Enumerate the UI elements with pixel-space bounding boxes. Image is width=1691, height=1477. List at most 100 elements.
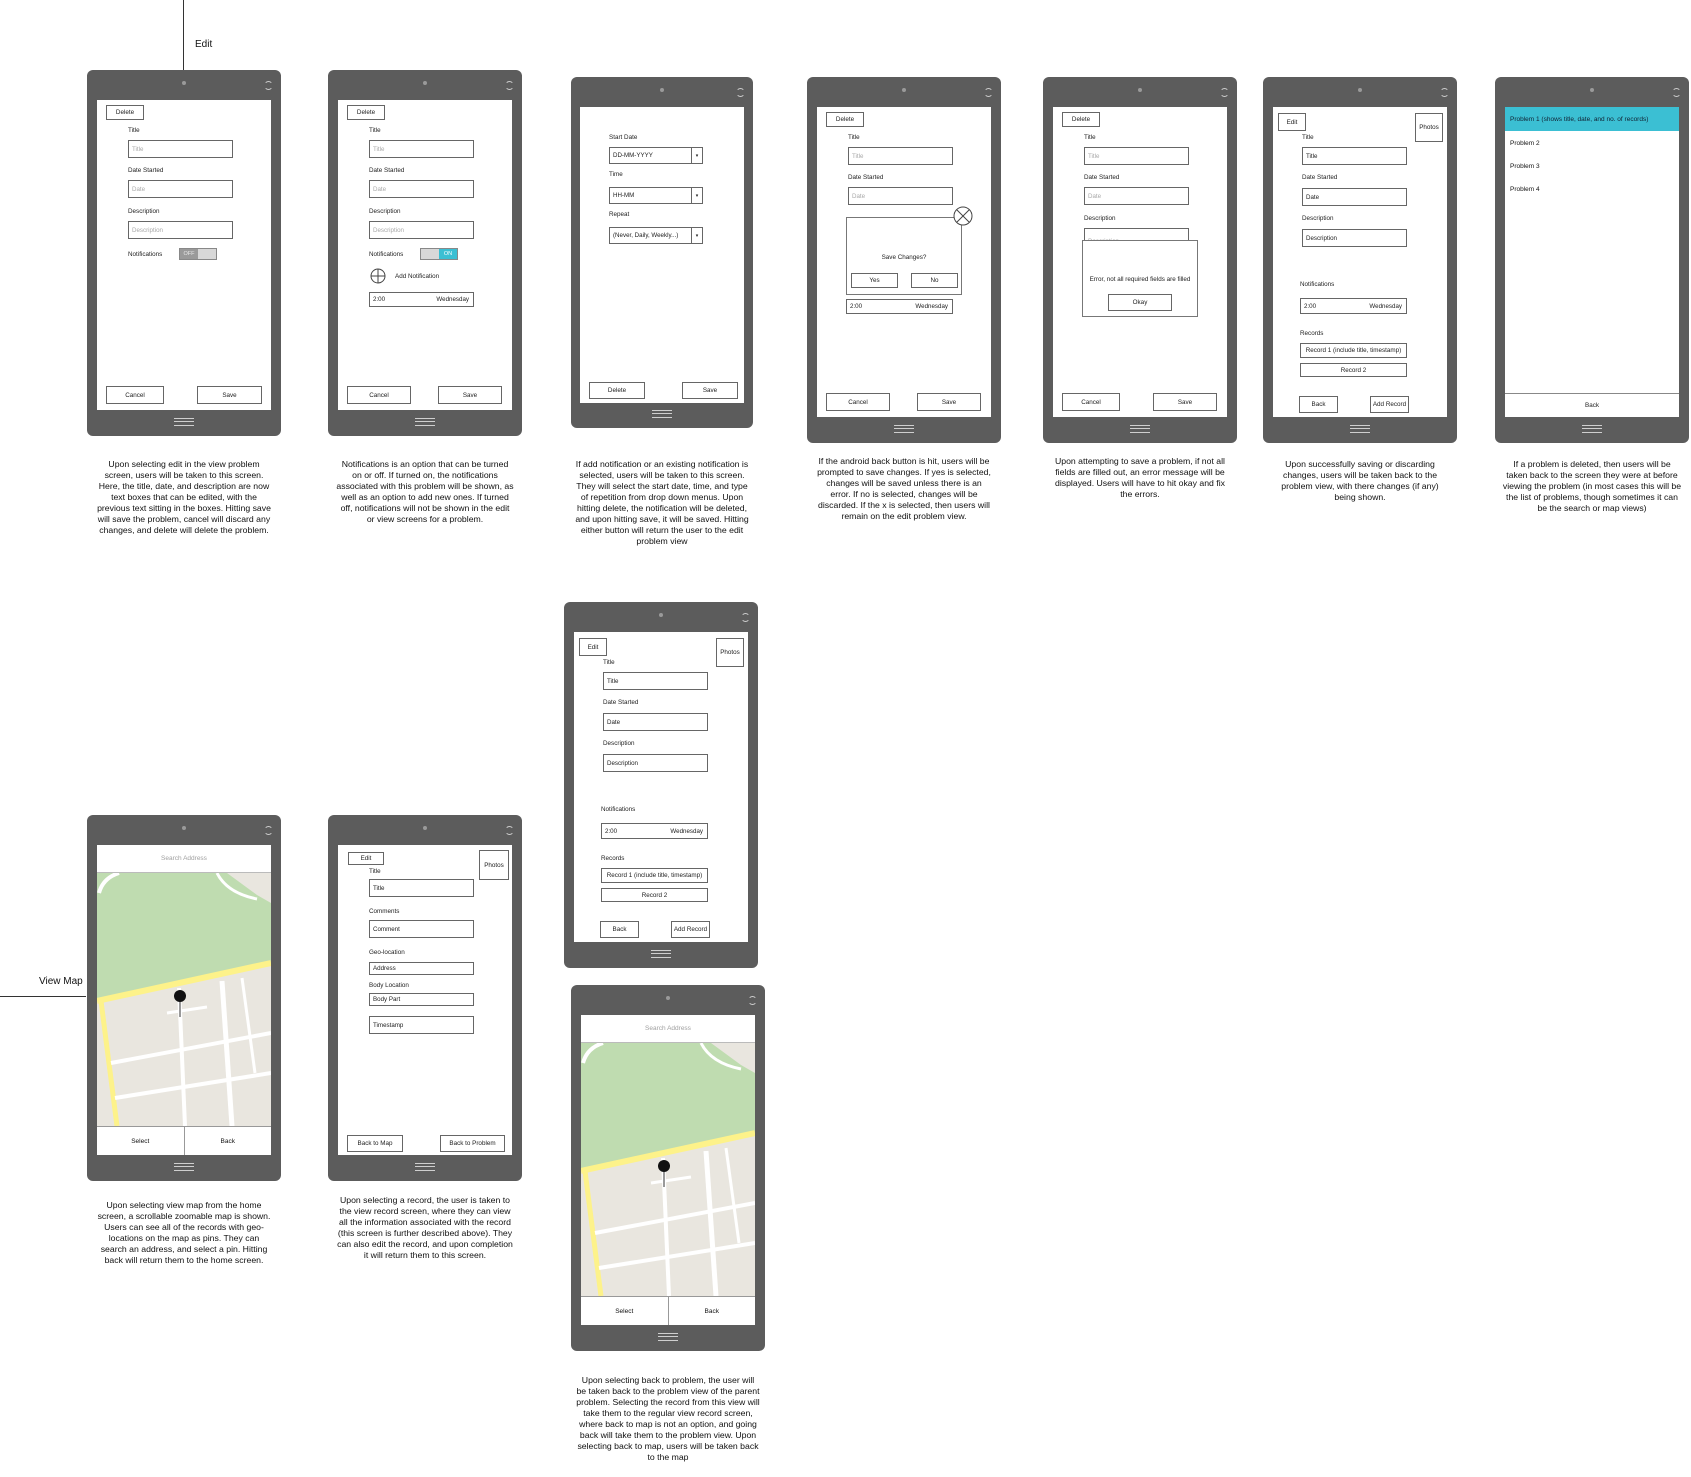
comments-label: Comments	[369, 908, 400, 915]
back-button[interactable]: Back	[600, 921, 639, 938]
photos-button[interactable]: Photos	[716, 638, 744, 667]
problem-list-item-1[interactable]: Problem 1 (shows title, date, and no. of…	[1505, 107, 1679, 131]
delete-button[interactable]: Delete	[826, 112, 864, 127]
notification-day: Wednesday	[436, 296, 469, 303]
notification-day: Wednesday	[1369, 302, 1402, 310]
save-button[interactable]: Save	[917, 393, 981, 411]
save-button[interactable]: Save	[438, 386, 502, 404]
cancel-button[interactable]: Cancel	[1062, 393, 1120, 411]
delete-button[interactable]: Delete	[106, 105, 144, 120]
back-button[interactable]: Back	[1505, 394, 1679, 416]
photos-button[interactable]: Photos	[1415, 113, 1443, 142]
notification-time: 2:00	[373, 296, 386, 303]
time-dropdown[interactable]: HH-MM ▾	[609, 187, 703, 204]
map-canvas[interactable]	[581, 1043, 755, 1296]
select-button[interactable]: Select	[581, 1297, 669, 1325]
edit-button[interactable]: Edit	[348, 852, 384, 865]
notification-item[interactable]: 2:00 Wednesday	[1300, 298, 1407, 314]
map-pin-icon[interactable]	[657, 1159, 671, 1189]
date-started-label: Date Started	[603, 699, 639, 706]
phone-edit-problem: Delete Title Title Date Started Date Des…	[87, 70, 281, 436]
close-x-icon[interactable]	[953, 206, 973, 226]
search-address-input[interactable]: Search Address	[581, 1015, 755, 1043]
notification-editor-screen: Start Date DD-MM-YYYY ▾ Time HH-MM ▾ Repea…	[580, 107, 744, 403]
home-button-icon	[1350, 425, 1370, 433]
notifications-toggle-on[interactable]: ON	[420, 248, 458, 260]
delete-button[interactable]: Delete	[589, 382, 645, 399]
address-value: Address	[369, 962, 474, 975]
dropdown-arrow-icon: ▾	[691, 188, 702, 203]
search-address-input[interactable]: Search Address	[97, 845, 271, 873]
start-date-dropdown[interactable]: DD-MM-YYYY ▾	[609, 147, 703, 164]
back-to-map-button[interactable]: Back to Map	[347, 1135, 403, 1152]
date-input[interactable]: Date	[1084, 187, 1189, 205]
photos-button[interactable]: Photos	[479, 850, 509, 880]
home-button-icon	[652, 410, 672, 418]
problem-view-from-map-screen: Edit Photos Title Title Date Started Dat…	[574, 632, 748, 942]
add-record-button[interactable]: Add Record	[1370, 396, 1409, 413]
notification-item[interactable]: 2:00 Wednesday	[369, 292, 474, 307]
add-notification-label[interactable]: Add Notification	[395, 273, 439, 280]
map-action-bar: Select Back	[581, 1296, 755, 1325]
phone-notifications-on: Delete Title Title Date Started Date Des…	[328, 70, 522, 436]
title-value: Title	[603, 672, 708, 690]
save-button[interactable]: Save	[1153, 393, 1217, 411]
select-button[interactable]: Select	[97, 1127, 185, 1155]
title-input[interactable]: Title	[1084, 147, 1189, 165]
problem-list-item-4[interactable]: Problem 4	[1505, 181, 1679, 197]
title-input[interactable]: Title	[848, 147, 953, 165]
edit-problem-screen: Delete Title Title Date Started Date Des…	[97, 100, 271, 410]
map-pin-icon[interactable]	[173, 989, 187, 1019]
title-input[interactable]: Title	[128, 140, 233, 158]
record-2-button[interactable]: Record 2	[601, 888, 708, 902]
cancel-button[interactable]: Cancel	[347, 386, 411, 404]
home-button-icon	[651, 950, 671, 958]
add-circle-icon[interactable]	[370, 268, 386, 284]
problem-list-item-3[interactable]: Problem 3	[1505, 158, 1679, 174]
record-2-button[interactable]: Record 2	[1300, 363, 1407, 377]
back-button[interactable]: Back	[669, 1297, 756, 1325]
home-button-icon	[415, 418, 435, 426]
map-canvas[interactable]	[97, 873, 271, 1126]
add-record-button[interactable]: Add Record	[671, 921, 710, 938]
description-input[interactable]: Description	[128, 221, 233, 239]
save-button[interactable]: Save	[682, 382, 738, 399]
description-label: Description	[1302, 215, 1334, 222]
back-to-problem-button[interactable]: Back to Problem	[440, 1135, 505, 1152]
cancel-button[interactable]: Cancel	[826, 393, 890, 411]
notifications-toggle-off[interactable]: OFF	[179, 248, 217, 260]
title-label: Title	[1302, 134, 1314, 141]
title-input[interactable]: Title	[369, 140, 474, 158]
caption-notification-editor: If add notification or an existing notif…	[575, 459, 749, 546]
save-button[interactable]: Save	[197, 386, 262, 404]
okay-button[interactable]: Okay	[1108, 294, 1172, 311]
title-label: Title	[128, 127, 140, 134]
cancel-button[interactable]: Cancel	[106, 386, 164, 404]
delete-button[interactable]: Delete	[1062, 112, 1100, 127]
save-changes-screen: Delete Title Title Date Started Date Sav…	[817, 107, 991, 417]
yes-button[interactable]: Yes	[851, 273, 898, 288]
date-input[interactable]: Date	[128, 180, 233, 198]
no-button[interactable]: No	[911, 273, 958, 288]
caption-problem-deleted: If a problem is deleted, then users will…	[1502, 459, 1682, 513]
edit-button[interactable]: Edit	[579, 638, 607, 656]
record-1-button[interactable]: Record 1 (include title, timestamp)	[1300, 343, 1407, 358]
description-value: Description	[603, 754, 708, 772]
problem-list-item-2[interactable]: Problem 2	[1505, 135, 1679, 151]
repeat-dropdown[interactable]: (Never, Daily, Weekly...) ▾	[609, 227, 703, 244]
date-input[interactable]: Date	[848, 187, 953, 205]
home-button-icon	[1582, 425, 1602, 433]
edit-button[interactable]: Edit	[1278, 113, 1306, 131]
description-input[interactable]: Description	[369, 221, 474, 239]
notification-item[interactable]: 2:00 Wednesday	[846, 299, 953, 314]
notification-time: 2:00	[850, 303, 863, 310]
description-label: Description	[1084, 215, 1116, 222]
comment-value: Comment	[369, 920, 474, 938]
back-button[interactable]: Back	[1299, 396, 1338, 413]
back-button[interactable]: Back	[185, 1127, 272, 1155]
date-input[interactable]: Date	[369, 180, 474, 198]
delete-button[interactable]: Delete	[347, 105, 385, 120]
toggle-on-label: ON	[439, 249, 457, 259]
record-1-button[interactable]: Record 1 (include title, timestamp)	[601, 868, 708, 883]
notification-item[interactable]: 2:00 Wednesday	[601, 823, 708, 839]
